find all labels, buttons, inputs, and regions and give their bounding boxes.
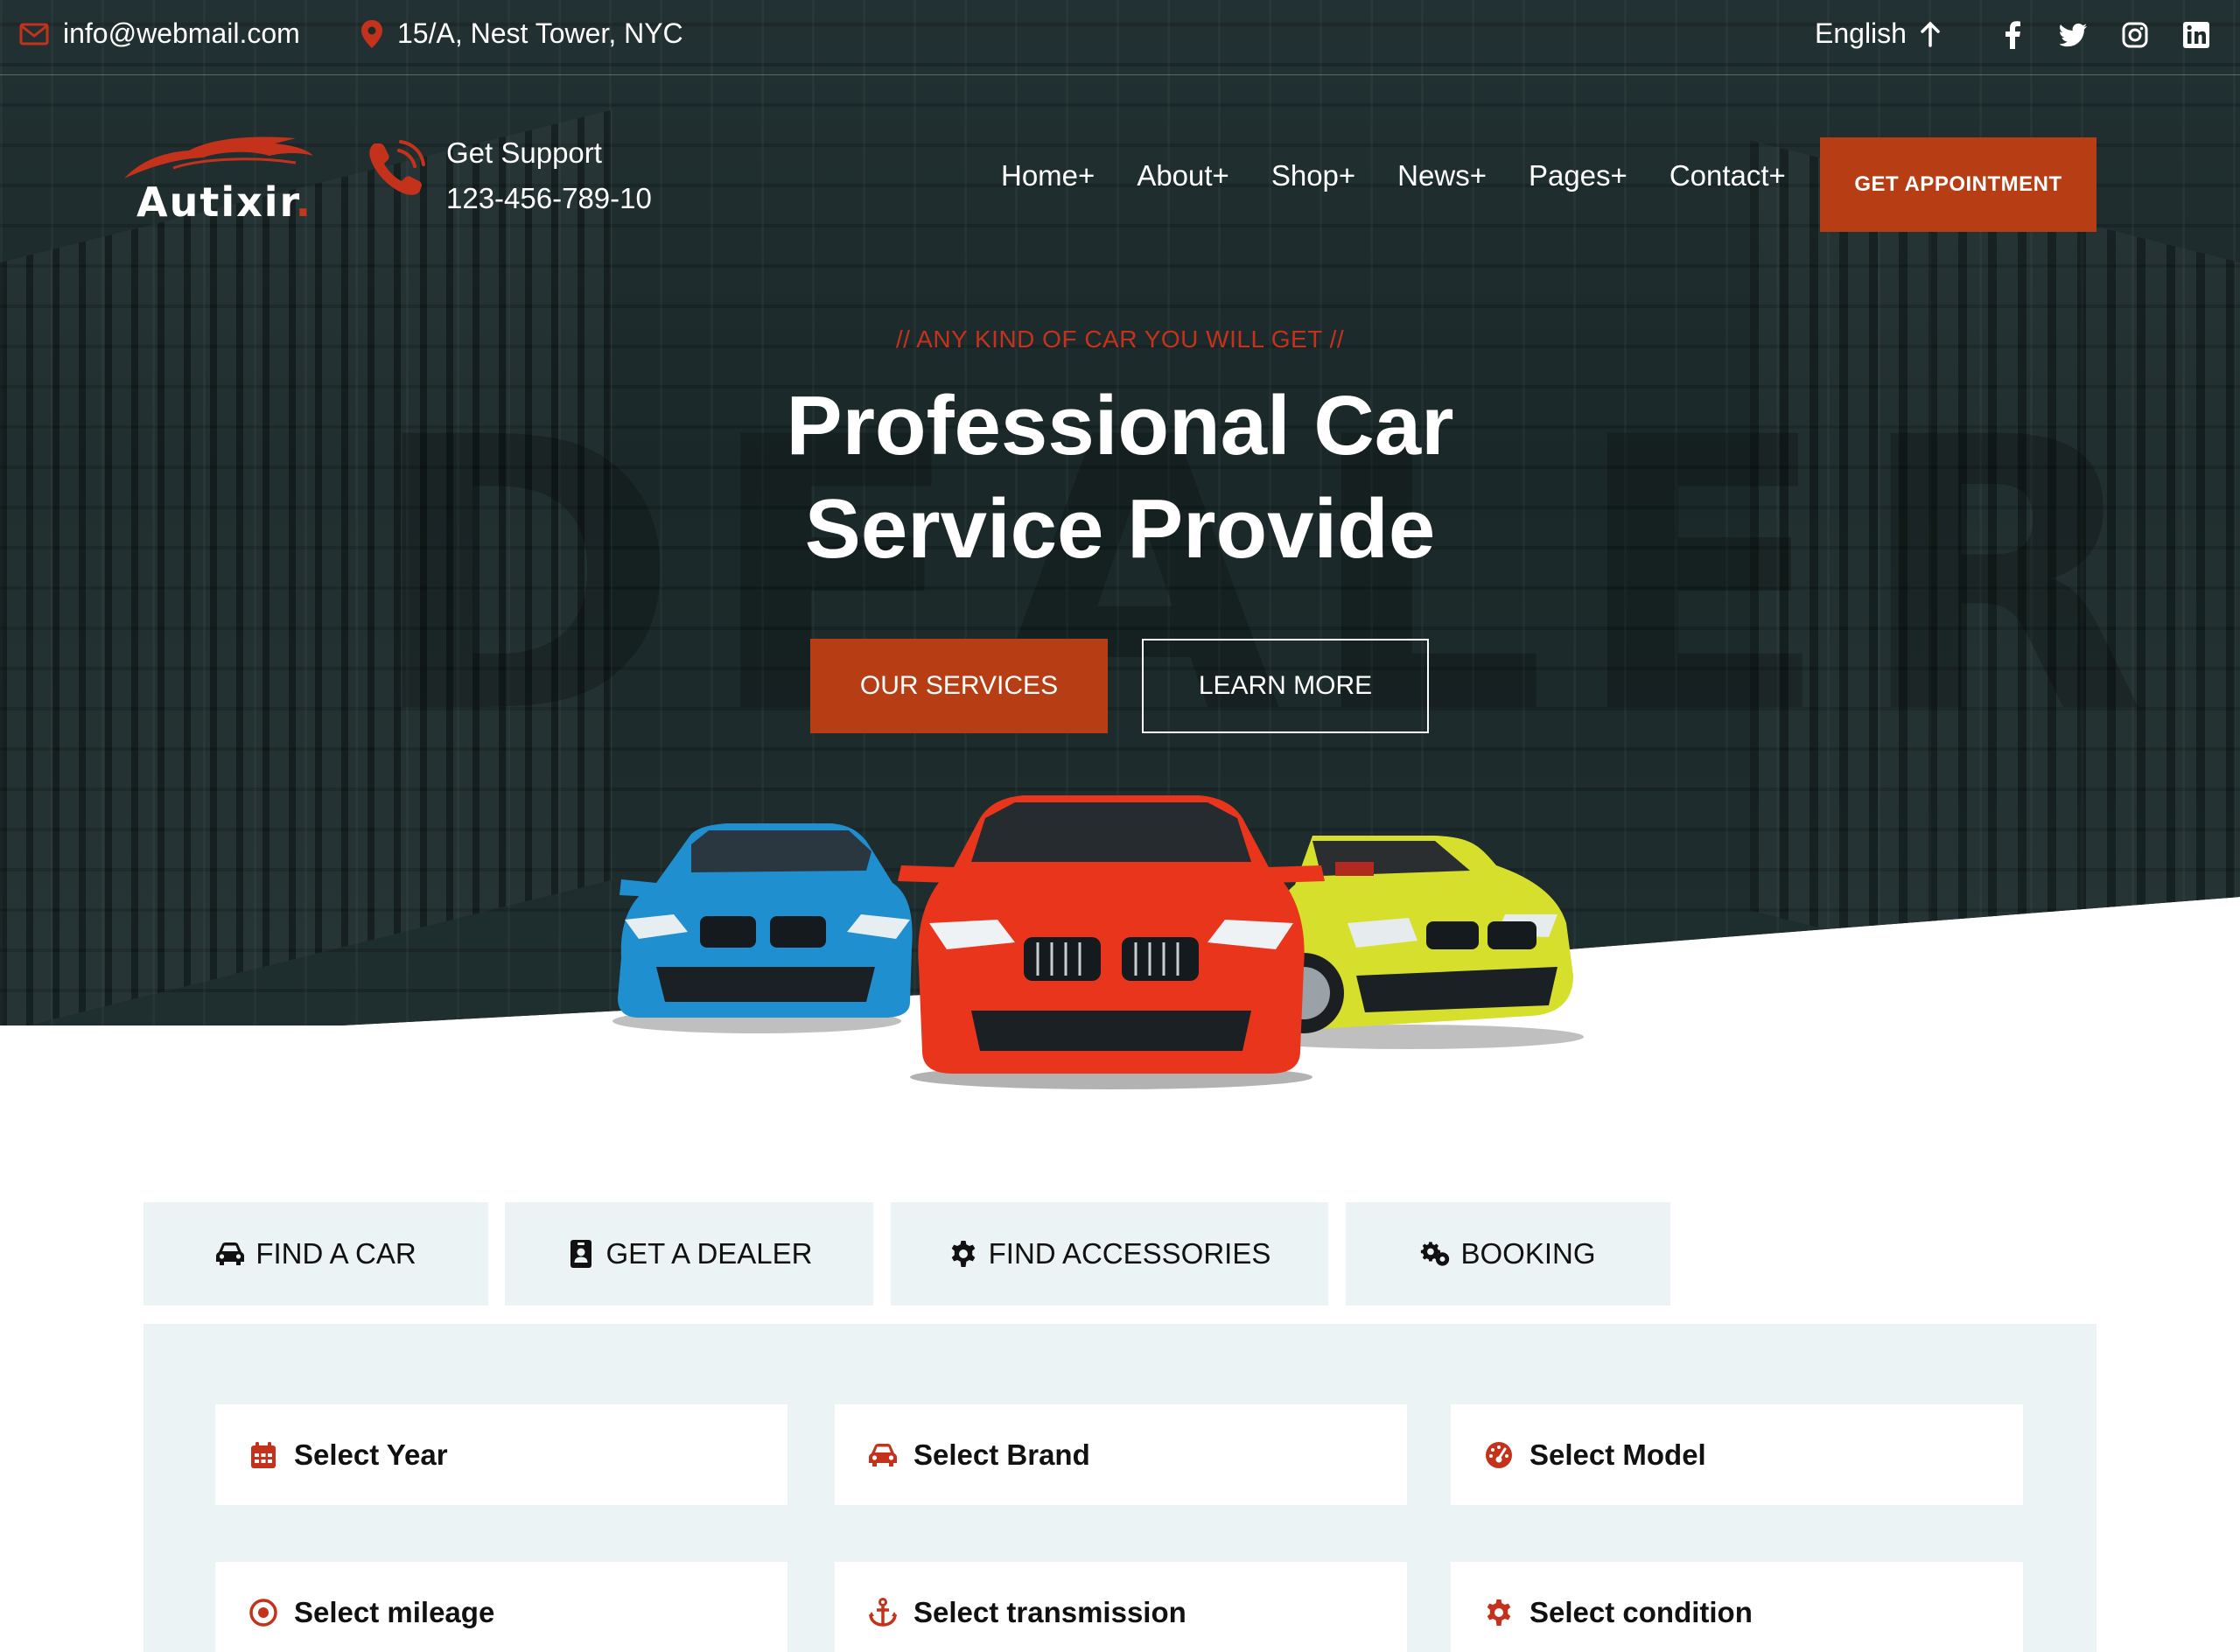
tab-find-a-car-label: FIND A CAR (256, 1237, 416, 1270)
tab-booking[interactable]: BOOKING (1346, 1202, 1670, 1306)
linkedin-icon[interactable] (2182, 21, 2210, 49)
select-year-label: Select Year (294, 1438, 448, 1471)
language-label: English (1815, 18, 1907, 49)
gears-icon (1420, 1239, 1450, 1269)
hero-subtitle: // ANY KIND OF CAR YOU WILL GET // (895, 326, 1345, 353)
support-label: Get Support (446, 136, 602, 169)
select-brand-field[interactable]: Select Brand (835, 1404, 1407, 1505)
hero-title: Professional Car Service Provide (0, 374, 2240, 581)
tab-find-a-car[interactable]: FIND A CAR (144, 1202, 488, 1306)
blue-car (612, 823, 913, 1033)
map-pin-icon (360, 19, 383, 49)
language-selector[interactable]: English (1815, 18, 1940, 50)
anchor-icon (868, 1597, 898, 1628)
select-transmission-label: Select transmission (914, 1595, 1186, 1628)
topbar-email-text: info@webmail.com (63, 18, 300, 49)
speedometer-icon (1484, 1440, 1514, 1470)
tab-get-a-dealer-label: GET A DEALER (606, 1237, 813, 1270)
our-services-button[interactable]: OUR SERVICES (810, 639, 1108, 733)
select-transmission-field[interactable]: Select transmission (835, 1562, 1407, 1652)
select-model-label: Select Model (1530, 1438, 1706, 1471)
nav-item-news[interactable]: News+ (1397, 159, 1487, 192)
topbar-email[interactable]: info@webmail.com (19, 18, 300, 50)
tab-get-a-dealer[interactable]: GET A DEALER (505, 1202, 873, 1306)
arrow-up-icon (1921, 21, 1940, 47)
hero-cars-image (612, 795, 1584, 1089)
twitter-icon[interactable] (2060, 21, 2088, 49)
target-icon (248, 1598, 278, 1628)
logo-text: Autixir. (136, 178, 313, 226)
gear-icon (1484, 1598, 1514, 1628)
envelope-icon (19, 23, 49, 46)
car-search-panel: Select Year Select Brand Select Model Se… (144, 1324, 2096, 1652)
nav-item-contact[interactable]: Contact+ (1670, 159, 1786, 192)
car-icon (868, 1440, 898, 1470)
select-year-field[interactable]: Select Year (215, 1404, 788, 1505)
top-bar: info@webmail.com 15/A, Nest Tower, NYC E… (0, 0, 2240, 75)
nav-item-about[interactable]: About+ (1137, 159, 1229, 192)
calendar-icon (248, 1440, 278, 1470)
car-icon (215, 1239, 245, 1269)
select-condition-label: Select condition (1530, 1595, 1753, 1628)
id-badge-icon (566, 1239, 596, 1269)
nav-item-pages[interactable]: Pages+ (1529, 159, 1628, 192)
social-links (1998, 21, 2210, 49)
select-mileage-label: Select mileage (294, 1595, 495, 1628)
tab-find-accessories[interactable]: FIND ACCESSORIES (891, 1202, 1328, 1306)
tab-booking-label: BOOKING (1460, 1237, 1596, 1270)
select-model-field[interactable]: Select Model (1451, 1404, 2023, 1505)
nav-item-shop[interactable]: Shop+ (1271, 159, 1355, 192)
red-car (898, 795, 1325, 1089)
nav-item-home[interactable]: Home+ (1001, 159, 1095, 192)
instagram-icon[interactable] (2121, 21, 2149, 49)
select-condition-field[interactable]: Select condition (1451, 1562, 2023, 1652)
support-phone: 123-456-789-10 (446, 182, 652, 214)
select-mileage-field[interactable]: Select mileage (215, 1562, 788, 1652)
learn-more-button[interactable]: LEARN MORE (1142, 639, 1429, 733)
select-brand-label: Select Brand (914, 1438, 1090, 1471)
facebook-icon[interactable] (1998, 21, 2026, 49)
tab-find-accessories-label: FIND ACCESSORIES (988, 1237, 1271, 1270)
hero-title-line-2: Service Provide (804, 482, 1436, 576)
hero-title-line-1: Professional Car (786, 379, 1454, 472)
main-nav: Home+ About+ Shop+ News+ Pages+ Contact+ (1001, 159, 1786, 192)
topbar-address: 15/A, Nest Tower, NYC (360, 18, 683, 50)
get-appointment-button[interactable]: GET APPOINTMENT (1820, 137, 2096, 232)
site-logo[interactable]: Autixir. (121, 133, 322, 229)
gear-icon (948, 1239, 978, 1269)
topbar-address-text: 15/A, Nest Tower, NYC (397, 18, 683, 49)
phone-call-icon (366, 136, 429, 200)
